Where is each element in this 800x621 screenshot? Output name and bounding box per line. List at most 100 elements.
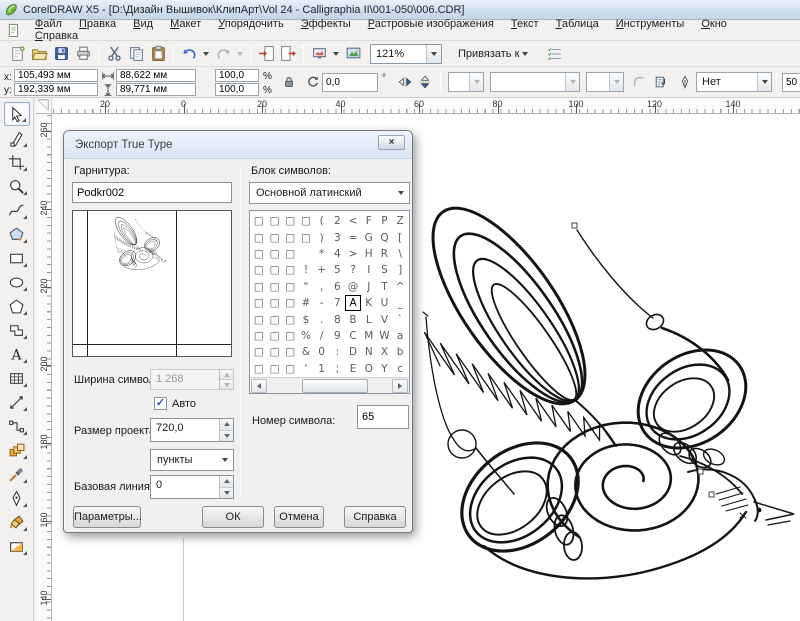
document-icon[interactable] <box>6 23 21 38</box>
char-cell[interactable]: O <box>361 361 377 377</box>
vertical-ruler[interactable]: 260240220200180160140 <box>36 114 52 621</box>
char-cell[interactable]: L <box>361 311 377 327</box>
char-cell[interactable]: 4 <box>329 246 345 262</box>
window-titlebar[interactable]: CorelDRAW X5 - [D:\Дизайн Вышивок\КлипАр… <box>0 0 800 20</box>
wrap-text-icon[interactable] <box>654 75 668 89</box>
char-cell[interactable]: W <box>377 328 393 344</box>
char-cell[interactable]: \ <box>392 246 408 262</box>
mirror-horizontal-button[interactable] <box>398 75 412 89</box>
char-cell[interactable] <box>298 246 314 262</box>
rotation-angle-input[interactable] <box>322 73 378 92</box>
char-cell[interactable]: □ <box>282 229 298 245</box>
char-cell[interactable]: □ <box>267 229 283 245</box>
mirror-vertical-button[interactable] <box>418 75 432 89</box>
dropdown-arrow-icon[interactable] <box>333 52 339 56</box>
char-cell[interactable]: F <box>361 213 377 229</box>
char-cell[interactable]: 0 <box>314 344 330 360</box>
char-cell[interactable]: □ <box>251 311 267 327</box>
dropdown-arrow-icon[interactable] <box>237 52 243 56</box>
char-cell[interactable]: H <box>361 246 377 262</box>
char-cell[interactable]: □ <box>282 361 298 377</box>
new-document-button[interactable] <box>6 43 28 65</box>
units-combo[interactable]: пункты <box>150 449 234 471</box>
char-cell[interactable]: □ <box>267 344 283 360</box>
scroll-right-button[interactable] <box>392 379 408 393</box>
char-cell[interactable]: , <box>314 279 330 295</box>
char-cell[interactable]: G <box>361 229 377 245</box>
char-cell[interactable]: : <box>329 344 345 360</box>
char-cell[interactable]: □ <box>251 262 267 278</box>
scroll-left-button[interactable] <box>251 379 267 393</box>
char-cell[interactable]: □ <box>251 295 267 311</box>
options-button[interactable]: Параметры... <box>73 506 141 528</box>
char-cell[interactable]: 1 <box>314 361 330 377</box>
dropdown-arrow-icon[interactable] <box>203 52 209 56</box>
scale-width-input[interactable] <box>215 69 259 82</box>
tool-crop[interactable] <box>4 150 30 174</box>
char-cell[interactable]: c <box>392 361 408 377</box>
tool-outline-pen[interactable] <box>4 486 30 510</box>
menu-item-edit[interactable]: Правка <box>79 18 116 30</box>
corner-style-combo[interactable] <box>448 72 484 92</box>
char-cell[interactable]: I <box>361 262 377 278</box>
char-cell[interactable]: J <box>361 279 377 295</box>
char-cell[interactable]: □ <box>251 344 267 360</box>
cut-button[interactable] <box>103 43 125 65</box>
char-cell[interactable]: □ <box>267 279 283 295</box>
char-cell[interactable]: □ <box>267 328 283 344</box>
char-cell[interactable]: □ <box>251 213 267 229</box>
print-button[interactable] <box>72 43 94 65</box>
char-cell[interactable]: 3 <box>329 229 345 245</box>
y-position-input[interactable] <box>14 83 98 96</box>
tool-zoom[interactable] <box>4 174 30 198</box>
char-cell[interactable]: □ <box>267 295 283 311</box>
open-button[interactable] <box>28 43 50 65</box>
snap-options-icon[interactable] <box>539 46 555 62</box>
dialog-close-button[interactable]: × <box>378 135 405 150</box>
char-cell[interactable]: □ <box>251 361 267 377</box>
menu-item-window[interactable]: Окно <box>701 18 727 30</box>
char-cell[interactable]: X <box>377 344 393 360</box>
tool-color-eyedropper[interactable] <box>4 462 30 486</box>
tool-polygon[interactable] <box>4 294 30 318</box>
char-cell[interactable]: > <box>345 246 361 262</box>
char-cell[interactable]: S <box>377 262 393 278</box>
char-cell[interactable]: K <box>361 295 377 311</box>
baseline-spinner[interactable]: 0 <box>150 475 234 499</box>
outline-style-combo[interactable] <box>490 72 580 92</box>
spin-up[interactable] <box>220 419 233 430</box>
start-arrow-combo[interactable] <box>586 72 624 92</box>
char-cell[interactable]: . <box>314 311 330 327</box>
char-cell[interactable]: □ <box>267 262 283 278</box>
char-cell[interactable]: □ <box>267 311 283 327</box>
redo-button[interactable] <box>212 43 234 65</box>
char-cell[interactable]: / <box>314 328 330 344</box>
char-cell[interactable]: = <box>345 229 361 245</box>
char-cell[interactable]: T <box>377 279 393 295</box>
char-cell[interactable]: □ <box>251 328 267 344</box>
char-cell[interactable]: _ <box>392 295 408 311</box>
object-height-input[interactable] <box>116 83 196 96</box>
zoom-level-combo[interactable]: 121% <box>370 44 442 64</box>
tool-blend[interactable] <box>4 438 30 462</box>
tool-shape[interactable] <box>4 126 30 150</box>
project-size-spinner[interactable]: 720,0 <box>150 418 234 442</box>
menu-item-file[interactable]: Файл <box>35 18 62 30</box>
menu-item-layout[interactable]: Макет <box>170 18 201 30</box>
scale-height-input[interactable] <box>215 83 259 96</box>
char-cell[interactable]: Q <box>377 229 393 245</box>
tool-fill[interactable] <box>4 510 30 534</box>
char-cell[interactable]: ; <box>329 361 345 377</box>
char-cell[interactable]: ( <box>314 213 330 229</box>
char-cell[interactable]: # <box>298 295 314 311</box>
cancel-button[interactable]: Отмена <box>274 506 324 528</box>
tool-table[interactable] <box>4 366 30 390</box>
menu-item-view[interactable]: Вид <box>133 18 153 30</box>
char-cell[interactable]: 2 <box>329 213 345 229</box>
char-cell[interactable]: □ <box>282 295 298 311</box>
char-cell[interactable]: U <box>377 295 393 311</box>
char-cell-selected[interactable]: A <box>345 295 361 311</box>
char-cell[interactable]: □ <box>267 361 283 377</box>
char-cell[interactable]: □ <box>251 279 267 295</box>
char-cell[interactable]: B <box>345 311 361 327</box>
